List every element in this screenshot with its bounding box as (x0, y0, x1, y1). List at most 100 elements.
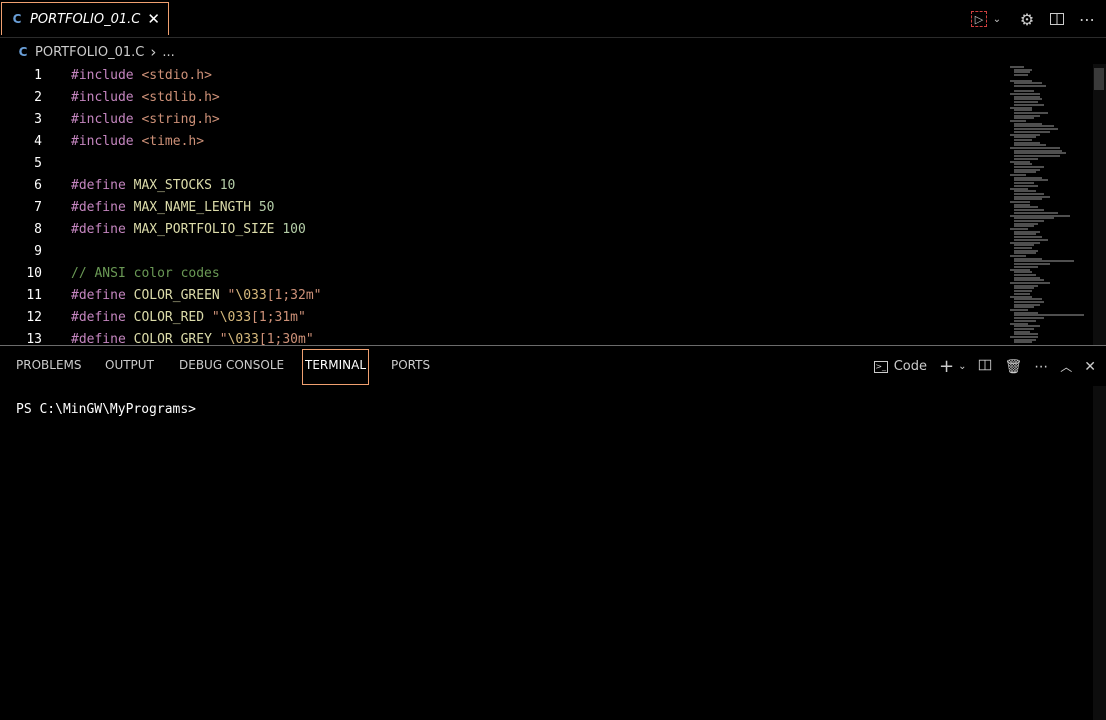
line-number[interactable]: 8 (0, 219, 42, 241)
minimap-line (1010, 282, 1050, 284)
scroll-thumb[interactable] (1094, 68, 1104, 90)
trash-icon[interactable]: 🗑 (1004, 359, 1022, 375)
c-language-icon: C (18, 45, 28, 59)
minimap-line (1010, 160, 1030, 163)
chevron-down-icon[interactable]: ⌄ (988, 9, 1006, 29)
minimap-line (1014, 263, 1050, 266)
minimap-line (1014, 233, 1036, 236)
terminal-scrollbar[interactable] (1093, 386, 1106, 720)
minimap-line (1014, 71, 1030, 74)
line-number[interactable]: 4 (0, 131, 42, 153)
minimap-line (1010, 106, 1032, 109)
minimap-line (1014, 265, 1038, 268)
minimap-line (1014, 298, 1042, 301)
gear-icon[interactable]: ⚙ (1018, 9, 1036, 29)
terminal-selector[interactable]: >_ Code (873, 359, 927, 374)
minimap-line (1014, 209, 1044, 212)
minimap-line (1014, 74, 1028, 77)
line-number[interactable]: 13 (0, 329, 42, 346)
minimap-line (1014, 222, 1038, 225)
code-token: [1;30m" (258, 332, 314, 346)
editor-tab-bar: C PORTFOLIO_01.C ✕ ▷ ⌄ ⚙ ⋯ (0, 0, 1106, 38)
minimap-line (1014, 290, 1032, 293)
breadcrumb: C PORTFOLIO_01.C › ... (0, 40, 1106, 64)
minimap-line (1014, 155, 1060, 158)
tab-terminal[interactable]: TERMINAL (302, 349, 370, 385)
minimap-line (1014, 125, 1054, 128)
code-text: #include <stdio.h> (71, 65, 212, 87)
code-token: #define (71, 332, 126, 346)
code-text: #define COLOR_GREEN "\033[1;32m" (71, 285, 321, 307)
breadcrumb-file[interactable]: PORTFOLIO_01.C (35, 45, 144, 60)
minimap-line (1014, 319, 1036, 322)
code-token: MAX_STOCKS (133, 178, 212, 193)
minimap[interactable] (1008, 64, 1092, 346)
tab-problems[interactable]: PROBLEMS (16, 358, 82, 372)
code-token: 50 (258, 200, 275, 215)
minimap-line (1010, 241, 1040, 244)
line-number[interactable]: 11 (0, 285, 42, 307)
minimap-line (1014, 330, 1030, 333)
line-number[interactable]: 10 (0, 263, 42, 285)
code-editor[interactable]: 1 #include <stdio.h> 2 #include <stdlib.h> 3… (0, 64, 1106, 346)
minimap-line (1014, 303, 1040, 306)
minimap-line (1014, 95, 1040, 98)
line-number[interactable]: 6 (0, 175, 42, 197)
code-text: #define MAX_NAME_LENGTH 50 (71, 197, 275, 219)
minimap-line (1014, 192, 1044, 195)
split-terminal-icon[interactable] (978, 358, 992, 376)
minimap-line (1010, 214, 1070, 217)
minimap-line (1010, 268, 1030, 271)
code-token: <string.h> (141, 112, 220, 127)
minimap-line (1010, 120, 1026, 122)
terminal-output[interactable]: PS C:\MinGW\MyPrograms> (16, 402, 196, 417)
code-token: <time.h> (141, 134, 205, 149)
run-button[interactable]: ▷ (970, 9, 988, 29)
line-number[interactable]: 3 (0, 109, 42, 131)
minimap-line (1014, 217, 1054, 220)
maximize-panel-icon[interactable]: ︿ (1060, 358, 1072, 375)
chevron-down-icon[interactable]: ⌄ (958, 361, 966, 372)
minimap-line (1014, 273, 1036, 276)
close-icon[interactable]: ✕ (147, 10, 160, 28)
tab-debug-console[interactable]: DEBUG CONSOLE (179, 358, 284, 372)
c-language-icon: C (12, 12, 22, 26)
code-text: #include <stdlib.h> (71, 87, 220, 109)
code-text: #define COLOR_RED "\033[1;31m" (71, 307, 306, 329)
line-number[interactable]: 9 (0, 241, 42, 263)
line-number[interactable]: 2 (0, 87, 42, 109)
tab-output[interactable]: OUTPUT (105, 358, 154, 372)
minimap-line (1014, 90, 1034, 93)
editor-tab-portfolio[interactable]: C PORTFOLIO_01.C ✕ (1, 2, 169, 35)
minimap-line (1010, 133, 1040, 136)
code-token: " (211, 310, 220, 325)
breadcrumb-rest[interactable]: ... (162, 45, 174, 60)
code-token: COLOR_GREEN (133, 288, 220, 303)
minimap-line (1014, 276, 1040, 279)
editor-scrollbar[interactable] (1093, 64, 1106, 346)
minimap-line (1014, 130, 1050, 133)
line-number[interactable]: 5 (0, 153, 42, 175)
minimap-line (1010, 66, 1024, 68)
minimap-line (1014, 114, 1040, 117)
minimap-line (1014, 179, 1048, 182)
run-icon: ▷ (971, 11, 987, 27)
line-number[interactable]: 12 (0, 307, 42, 329)
line-number[interactable]: 1 (0, 65, 42, 87)
close-icon[interactable]: ✕ (1084, 359, 1096, 375)
minimap-line (1014, 287, 1034, 290)
code-token: \033 (227, 332, 259, 346)
more-icon[interactable]: ⋯ (1034, 359, 1048, 375)
tab-ports[interactable]: PORTS (391, 358, 430, 372)
minimap-line (1014, 211, 1058, 214)
line-number[interactable]: 7 (0, 197, 42, 219)
minimap-line (1014, 219, 1044, 222)
more-icon[interactable]: ⋯ (1078, 9, 1096, 29)
split-editor-icon[interactable] (1048, 9, 1066, 29)
code-text: #define MAX_PORTFOLIO_SIZE 100 (71, 219, 306, 241)
minimap-line (1010, 174, 1026, 176)
minimap-line (1014, 195, 1050, 198)
plus-icon[interactable]: + (939, 356, 954, 377)
code-token: MAX_NAME_LENGTH (133, 200, 252, 215)
